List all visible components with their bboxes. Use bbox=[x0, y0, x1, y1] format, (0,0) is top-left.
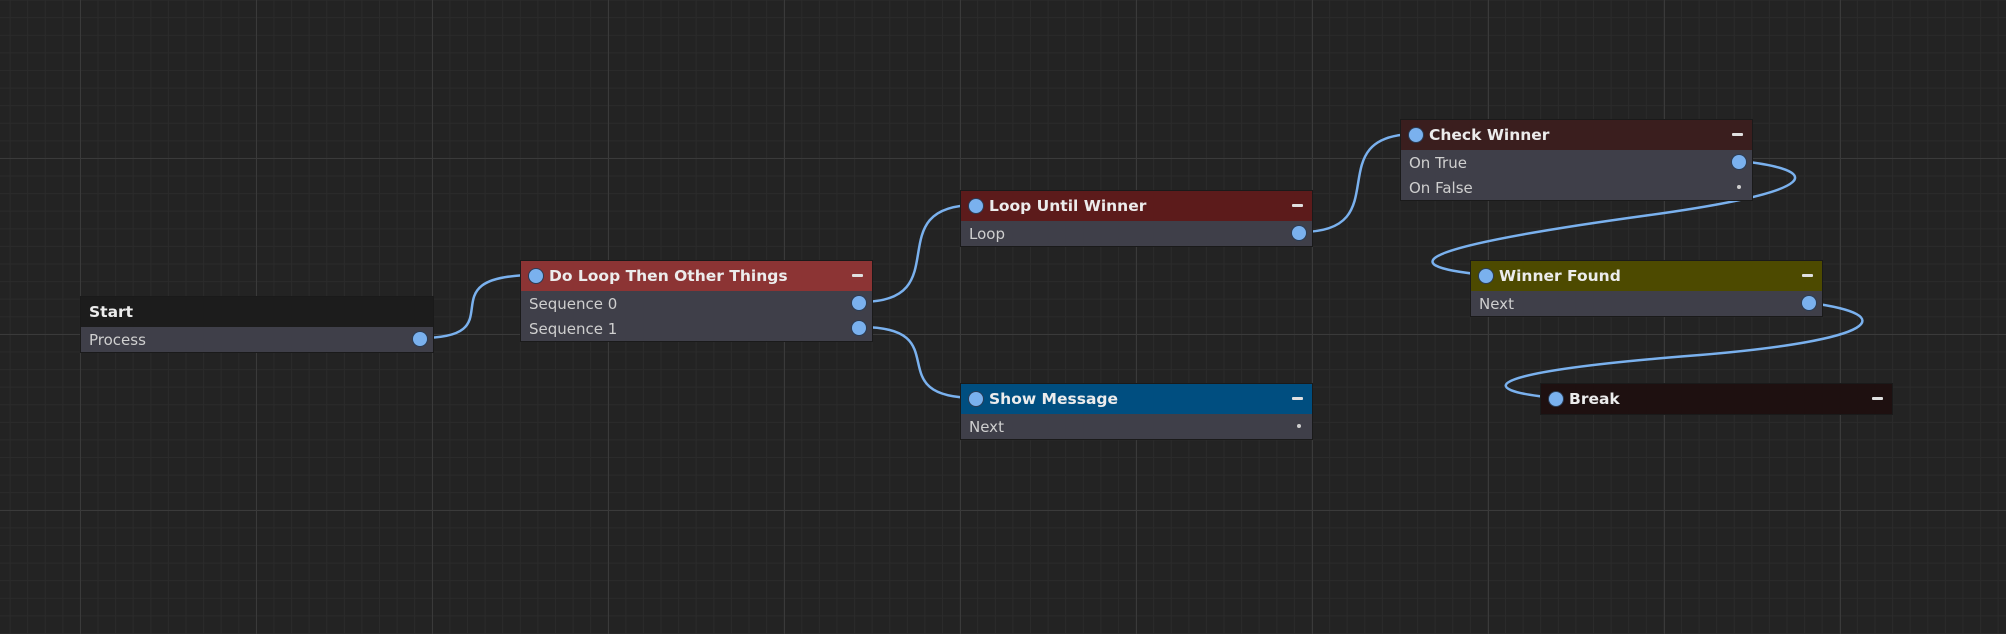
input-port[interactable] bbox=[1409, 128, 1423, 142]
minus-icon[interactable] bbox=[1292, 397, 1303, 400]
output-label: Loop bbox=[969, 224, 1005, 243]
output-row-sequence-0: Sequence 0 bbox=[521, 291, 872, 316]
input-port[interactable] bbox=[1549, 392, 1563, 406]
node-winner-found[interactable]: Winner Found Next bbox=[1471, 261, 1822, 316]
input-port[interactable] bbox=[969, 392, 983, 406]
output-label: Next bbox=[969, 417, 1004, 436]
output-port-process[interactable] bbox=[413, 332, 427, 346]
node-start-header[interactable]: Start bbox=[81, 297, 433, 327]
output-row-process: Process bbox=[81, 327, 433, 352]
output-row-loop: Loop bbox=[961, 221, 1312, 246]
output-label: On True bbox=[1409, 153, 1467, 172]
node-do-loop-then-other-things[interactable]: Do Loop Then Other Things Sequence 0 Seq… bbox=[521, 261, 872, 341]
output-port-on-true[interactable] bbox=[1732, 155, 1746, 169]
minus-icon[interactable] bbox=[1292, 204, 1303, 207]
output-row-sequence-1: Sequence 1 bbox=[521, 316, 872, 341]
node-loop-until-winner[interactable]: Loop Until Winner Loop bbox=[961, 191, 1312, 246]
node-show-message-header[interactable]: Show Message bbox=[961, 384, 1312, 414]
output-port-next[interactable] bbox=[1802, 296, 1816, 310]
output-label: Next bbox=[1479, 294, 1514, 313]
node-title: Winner Found bbox=[1499, 267, 1621, 285]
node-show-message[interactable]: Show Message Next bbox=[961, 384, 1312, 439]
output-port-sequence-1[interactable] bbox=[852, 321, 866, 335]
node-break[interactable]: Break bbox=[1541, 384, 1892, 414]
wire-seq1-to-show-message bbox=[860, 325, 977, 400]
minus-icon[interactable] bbox=[852, 274, 863, 277]
node-title: Show Message bbox=[989, 390, 1119, 408]
output-row-on-false: On False bbox=[1401, 175, 1752, 200]
wire-start-to-do-loop bbox=[419, 273, 537, 340]
node-start[interactable]: Start Process bbox=[81, 297, 433, 352]
output-label: Sequence 1 bbox=[529, 319, 618, 338]
node-title: Start bbox=[89, 303, 134, 321]
output-label: Process bbox=[89, 330, 146, 349]
output-port-sequence-0[interactable] bbox=[852, 296, 866, 310]
node-break-header[interactable]: Break bbox=[1541, 384, 1892, 414]
output-port-next-unconnected[interactable] bbox=[1297, 424, 1301, 428]
input-port[interactable] bbox=[529, 269, 543, 283]
minus-icon[interactable] bbox=[1802, 274, 1813, 277]
wire-loop-to-check-winner bbox=[1300, 132, 1417, 234]
node-loop-until-header[interactable]: Loop Until Winner bbox=[961, 191, 1312, 221]
node-check-winner[interactable]: Check Winner On True On False bbox=[1401, 120, 1752, 200]
output-row-next: Next bbox=[961, 414, 1312, 439]
node-title: Break bbox=[1569, 390, 1620, 408]
output-label: Sequence 0 bbox=[529, 294, 618, 313]
node-title: Loop Until Winner bbox=[989, 197, 1147, 215]
output-row-on-true: On True bbox=[1401, 150, 1752, 175]
output-port-on-false-unconnected[interactable] bbox=[1737, 185, 1741, 189]
output-label: On False bbox=[1409, 178, 1473, 197]
input-port[interactable] bbox=[1479, 269, 1493, 283]
input-port[interactable] bbox=[969, 199, 983, 213]
node-check-winner-header[interactable]: Check Winner bbox=[1401, 120, 1752, 150]
node-winner-found-header[interactable]: Winner Found bbox=[1471, 261, 1822, 291]
minus-icon[interactable] bbox=[1732, 133, 1743, 136]
wire-seq0-to-loop-until bbox=[860, 203, 977, 304]
output-port-loop[interactable] bbox=[1292, 226, 1306, 240]
node-do-loop-header[interactable]: Do Loop Then Other Things bbox=[521, 261, 872, 291]
output-row-next: Next bbox=[1471, 291, 1822, 316]
minus-icon[interactable] bbox=[1872, 397, 1883, 400]
node-title: Do Loop Then Other Things bbox=[549, 267, 788, 285]
node-title: Check Winner bbox=[1429, 126, 1550, 144]
